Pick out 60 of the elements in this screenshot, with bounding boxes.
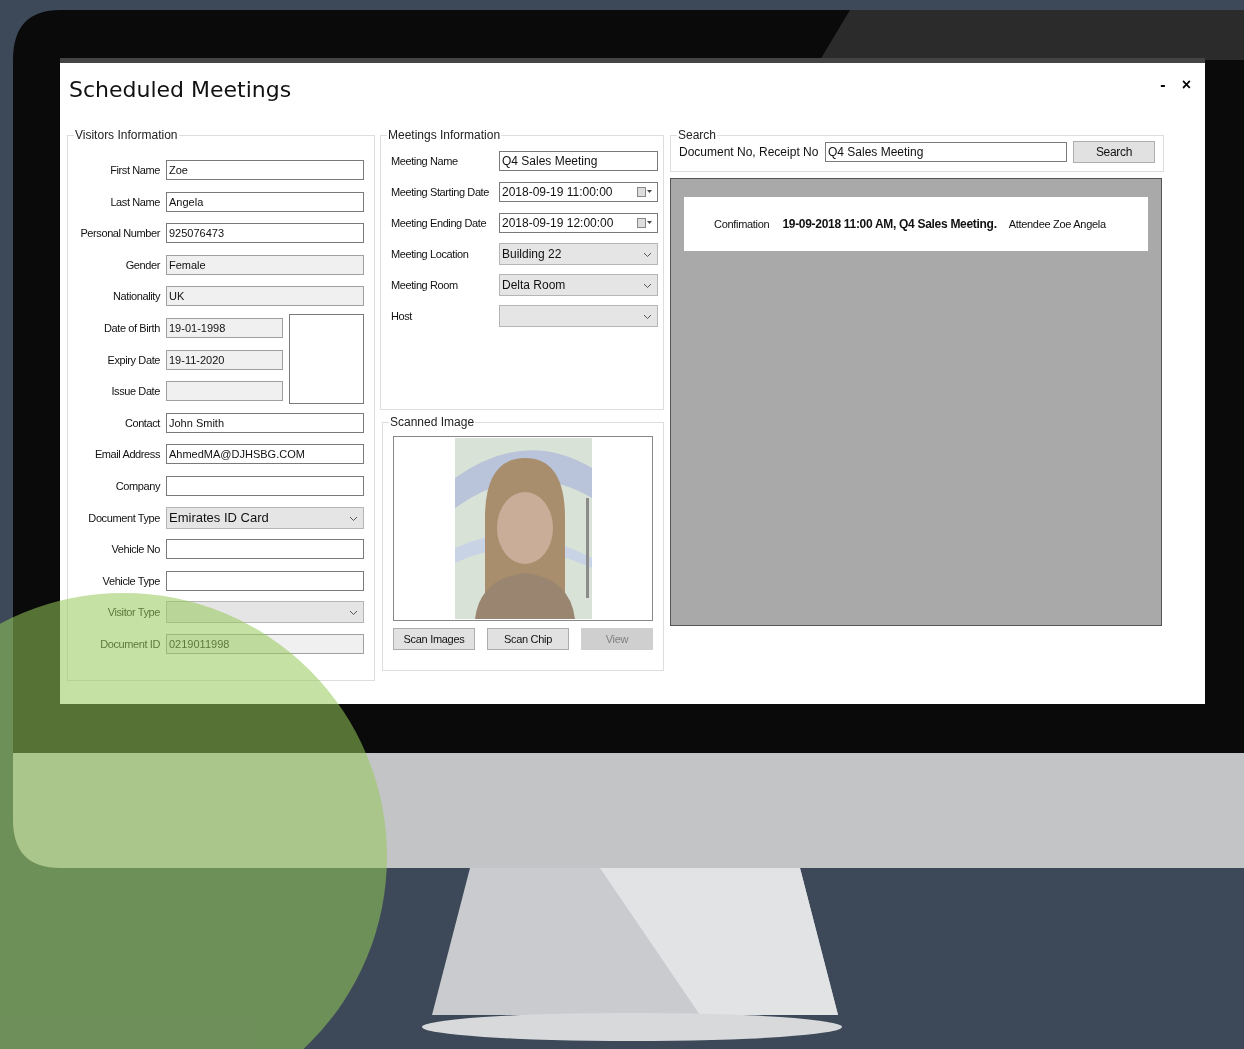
scan-action-button[interactable]: Scan Chip [487, 628, 569, 650]
field-label: Host [391, 309, 414, 322]
calendar-icon [637, 186, 653, 197]
field-label: Meeting Location [391, 247, 470, 260]
chevron-down-icon [643, 251, 652, 258]
input-field[interactable]: Angela [166, 191, 364, 212]
field-label: Vehicle No [110, 543, 160, 556]
input-field[interactable]: Zoe [166, 160, 364, 180]
group-title: Search [677, 128, 718, 142]
field-label: Email Address [93, 448, 160, 461]
field-label: Personal Number [79, 227, 160, 240]
input-field[interactable]: AhmedMA@DJHSBG.COM [166, 444, 364, 465]
field-label: Gender [124, 258, 160, 271]
field-label: Vehicle Type [101, 574, 160, 587]
field-label: Meeting Room [391, 278, 459, 291]
field-label: First Name [109, 164, 160, 176]
close-button[interactable]: × [1177, 75, 1195, 95]
chevron-down-icon [349, 610, 358, 617]
result-label: Confimation [714, 218, 770, 230]
date-picker-field[interactable]: 2018-09-19 12:00:00 [499, 212, 658, 233]
field-label: Meeting Name [391, 154, 459, 167]
field-label: Date of Birth [103, 321, 160, 334]
window-title: Scheduled Meetings [69, 77, 292, 104]
field-label: Issue Date [110, 385, 160, 398]
dropdown-field[interactable] [499, 304, 658, 327]
field-label: Company [114, 479, 160, 492]
input-field[interactable]: 925076473 [166, 223, 364, 244]
group-title: Scanned Image [389, 415, 476, 429]
result-details: 19-09-2018 11:00 AM, Q4 Sales Meeting. [782, 217, 997, 231]
chevron-down-icon [643, 282, 652, 289]
group-title: Meetings Information [387, 128, 502, 142]
input-field[interactable] [166, 570, 364, 591]
date-picker-field[interactable]: 2018-09-19 11:00:00 [499, 181, 658, 202]
scan-action-button[interactable]: Scan Images [393, 628, 475, 650]
dropdown-field[interactable]: Building 22 [499, 242, 658, 265]
dropdown-field[interactable] [166, 601, 364, 624]
field-label: Visitor Type [106, 606, 160, 619]
calendar-icon [637, 217, 653, 228]
input-field[interactable]: Q4 Sales Meeting [499, 150, 658, 171]
search-field[interactable]: Q4 Sales Meeting [825, 142, 1067, 162]
field-label: Meeting Ending Date [391, 216, 488, 229]
input-field[interactable] [166, 475, 364, 496]
result-attendee: Attendee Zoe Angela [1008, 218, 1106, 230]
field-label: Document Type [87, 511, 160, 524]
chevron-down-icon [643, 313, 652, 320]
field-label: Last Name [109, 195, 160, 208]
chevron-down-icon [349, 515, 358, 522]
dropdown-field[interactable]: Delta Room [499, 273, 658, 296]
dropdown-field[interactable]: Emirates ID Card [166, 506, 364, 529]
search-button[interactable]: Search [1073, 141, 1155, 163]
field-label: Contact [123, 416, 160, 429]
field-label: Meeting Starting Date [391, 185, 490, 198]
field-label: Document No, Receipt No [679, 145, 820, 159]
minimize-button[interactable]: - [1156, 75, 1170, 95]
group-title: Visitors Information [74, 128, 179, 142]
field-label: Document ID [99, 637, 160, 650]
field-label: Expiry Date [106, 353, 160, 366]
input-field[interactable]: John Smith [166, 412, 364, 433]
field-label: Nationality [112, 290, 160, 303]
input-field[interactable] [166, 539, 364, 560]
